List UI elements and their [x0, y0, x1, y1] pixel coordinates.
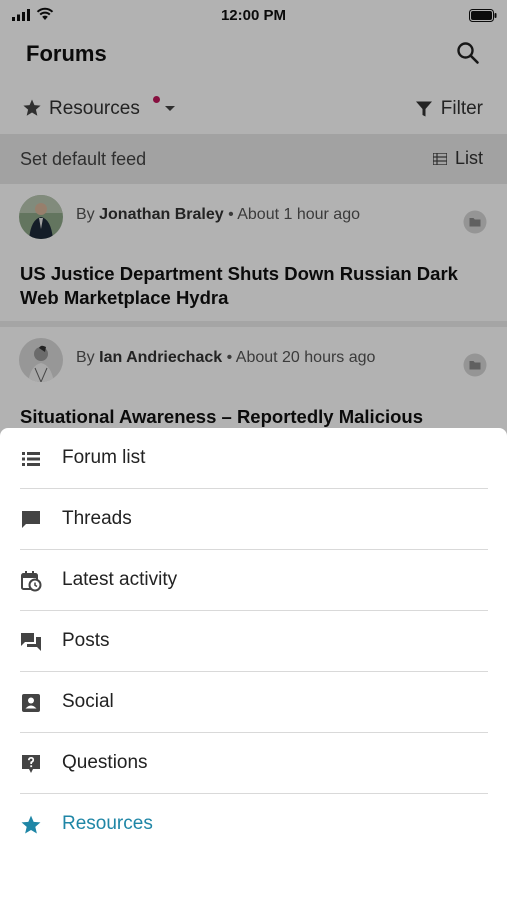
menu-item-forum-list[interactable]: Forum list: [0, 428, 507, 489]
contact-card-icon: [22, 694, 40, 712]
menu-item-questions[interactable]: Questions: [0, 733, 507, 794]
menu-item-threads[interactable]: Threads: [0, 489, 507, 550]
forum-icon: [21, 633, 41, 651]
menu-item-label: Threads: [62, 508, 132, 529]
menu-item-label: Resources: [62, 813, 153, 834]
menu-item-latest-activity[interactable]: Latest activity: [0, 550, 507, 611]
menu-item-label: Latest activity: [62, 569, 178, 590]
forums-screen: 12:00 PM Forums Resources Filter Set def…: [0, 0, 507, 900]
feed-menu-sheet: Forum list Threads Latest activity Posts…: [0, 428, 507, 900]
menu-item-label: Questions: [62, 752, 148, 773]
star-icon: [21, 815, 41, 834]
list-icon: [22, 452, 40, 466]
menu-item-social[interactable]: Social: [0, 672, 507, 733]
menu-item-posts[interactable]: Posts: [0, 611, 507, 672]
question-bubble-icon: [22, 755, 40, 773]
menu-item-resources[interactable]: Resources: [0, 794, 507, 855]
menu-item-label: Social: [62, 691, 114, 712]
menu-item-label: Forum list: [62, 447, 146, 468]
menu-item-label: Posts: [62, 630, 110, 651]
chat-bubble-icon: [22, 511, 40, 528]
calendar-clock-icon: [21, 571, 42, 592]
